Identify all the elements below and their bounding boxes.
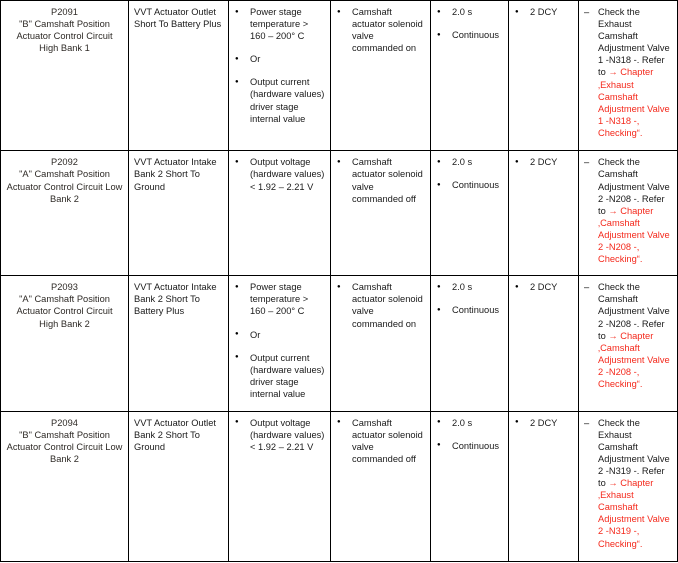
cell-healing-cycles: 2 DCY	[508, 410, 579, 563]
chapter-arrow-icon: →	[608, 205, 621, 216]
cell-detection-time: 2.0 s Continuous	[430, 0, 509, 152]
healing-list: 2 DCY	[514, 156, 573, 169]
cell-healing-cycles: 2 DCY	[508, 275, 579, 412]
list-item: Or	[234, 328, 325, 341]
list-item: Output voltage (hardware values) < 1.92 …	[234, 416, 325, 453]
conditions-list: Power stage temperature > 160 – 200° C O…	[234, 5, 325, 125]
list-item: Camshaft actuator solenoid valve command…	[336, 156, 425, 204]
list-item: Continuous	[436, 304, 503, 317]
cell-detection-conditions: Output voltage (hardware values) < 1.92 …	[228, 150, 331, 277]
list-item: 2.0 s	[436, 416, 503, 429]
requirements-list: Camshaft actuator solenoid valve command…	[336, 156, 425, 204]
list-item: Output current (hardware values) driver …	[234, 351, 325, 400]
fault-code-id: P2093	[51, 282, 78, 293]
timing-list: 2.0 s Continuous	[436, 416, 503, 452]
list-item: Output voltage (hardware values) < 1.92 …	[234, 156, 325, 192]
table-row: P2094 "B" Camshaft Position Actuator Con…	[0, 410, 678, 563]
fault-code-id: P2091	[51, 7, 78, 17]
conditions-list: Output voltage (hardware values) < 1.92 …	[234, 156, 325, 192]
list-item: 2 DCY	[514, 416, 573, 429]
fault-code-description: "B" Camshaft Position Actuator Control C…	[6, 429, 123, 464]
cell-detection-conditions: Output voltage (hardware values) < 1.92 …	[228, 410, 331, 563]
cell-detection-time: 2.0 s Continuous	[430, 150, 509, 277]
cell-corrective-action: Check the Exhaust Camshaft Adjustment Va…	[578, 410, 678, 563]
list-item: Check the Camshaft Adjustment Valve 2 -N…	[584, 156, 672, 265]
list-item: Power stage temperature > 160 – 200° C	[234, 5, 325, 42]
timing-list: 2.0 s Continuous	[436, 156, 503, 192]
list-item: 2.0 s	[436, 156, 503, 169]
healing-list: 2 DCY	[514, 416, 573, 429]
conditions-list: Power stage temperature > 160 – 200° C O…	[234, 281, 325, 400]
list-item: Continuous	[436, 29, 503, 42]
cell-corrective-action: Check the Camshaft Adjustment Valve 2 -N…	[578, 150, 678, 277]
chapter-arrow-icon: →	[608, 330, 621, 341]
chapter-link[interactable]: Chapter ‚Exhaust Camshaft Adjustment Val…	[598, 67, 670, 137]
cell-test-requirements: Camshaft actuator solenoid valve command…	[330, 275, 431, 412]
cell-corrective-action: Check the Camshaft Adjustment Valve 2 -N…	[578, 275, 678, 412]
list-item: Camshaft actuator solenoid valve command…	[336, 281, 425, 329]
table-row: P2092 "A" Camshaft Position Actuator Con…	[0, 150, 678, 277]
cell-fault-description: VVT Actuator Outlet Short To Battery Plu…	[128, 0, 229, 152]
fault-code-id: P2092	[51, 157, 78, 168]
cell-test-requirements: Camshaft actuator solenoid valve command…	[330, 410, 431, 563]
requirements-list: Camshaft actuator solenoid valve command…	[336, 416, 425, 465]
list-item: 2.0 s	[436, 5, 503, 18]
list-item: 2 DCY	[514, 5, 573, 18]
cell-test-requirements: Camshaft actuator solenoid valve command…	[330, 150, 431, 277]
list-item: Check the Exhaust Camshaft Adjustment Va…	[584, 417, 672, 550]
list-item: 2.0 s	[436, 281, 503, 294]
action-list: Check the Exhaust Camshaft Adjustment Va…	[584, 417, 672, 550]
action-list: Check the Exhaust Camshaft Adjustment Va…	[584, 6, 672, 139]
fault-code-description: "A" Camshaft Position Actuator Control C…	[16, 294, 113, 329]
dtc-table: P2091 "B" Camshaft Position Actuator Con…	[0, 0, 678, 563]
list-item: Continuous	[436, 439, 503, 452]
list-item: Check the Camshaft Adjustment Valve 2 -N…	[584, 281, 672, 390]
healing-list: 2 DCY	[514, 281, 573, 294]
cell-healing-cycles: 2 DCY	[508, 150, 579, 277]
cell-detection-time: 2.0 s Continuous	[430, 410, 509, 563]
chapter-arrow-icon: →	[608, 67, 621, 78]
cell-fault-description: VVT Actuator Outlet Bank 2 Short To Grou…	[128, 410, 229, 563]
action-list: Check the Camshaft Adjustment Valve 2 -N…	[584, 281, 672, 390]
requirements-list: Camshaft actuator solenoid valve command…	[336, 5, 425, 54]
cell-corrective-action: Check the Exhaust Camshaft Adjustment Va…	[578, 0, 678, 152]
cell-detection-conditions: Power stage temperature > 160 – 200° C O…	[228, 275, 331, 412]
cell-fault-code: P2091 "B" Camshaft Position Actuator Con…	[0, 0, 129, 152]
list-item: 2 DCY	[514, 156, 573, 169]
cell-healing-cycles: 2 DCY	[508, 0, 579, 152]
cell-fault-description: VVT Actuator Intake Bank 2 Short To Grou…	[128, 150, 229, 277]
list-item: Output current (hardware values) driver …	[234, 76, 325, 124]
list-item: Camshaft actuator solenoid valve command…	[336, 5, 425, 54]
chapter-link[interactable]: Chapter ‚Exhaust Camshaft Adjustment Val…	[598, 478, 670, 548]
fault-code-description: "B" Camshaft Position Actuator Control C…	[16, 19, 113, 54]
fault-code-id: P2094	[51, 417, 78, 428]
list-item: Or	[234, 53, 325, 66]
list-item: Continuous	[436, 179, 503, 192]
cell-fault-code: P2094 "B" Camshaft Position Actuator Con…	[0, 410, 129, 563]
list-item: 2 DCY	[514, 281, 573, 294]
cell-fault-code: P2092 "A" Camshaft Position Actuator Con…	[0, 150, 129, 277]
healing-list: 2 DCY	[514, 5, 573, 18]
chapter-arrow-icon: →	[608, 478, 621, 489]
table-row: P2093 "A" Camshaft Position Actuator Con…	[0, 275, 678, 412]
cell-detection-conditions: Power stage temperature > 160 – 200° C O…	[228, 0, 331, 152]
cell-test-requirements: Camshaft actuator solenoid valve command…	[330, 0, 431, 152]
dtc-table-body: P2091 "B" Camshaft Position Actuator Con…	[0, 0, 678, 563]
list-item: Power stage temperature > 160 – 200° C	[234, 281, 325, 317]
conditions-list: Output voltage (hardware values) < 1.92 …	[234, 416, 325, 453]
cell-detection-time: 2.0 s Continuous	[430, 275, 509, 412]
requirements-list: Camshaft actuator solenoid valve command…	[336, 281, 425, 329]
action-list: Check the Camshaft Adjustment Valve 2 -N…	[584, 156, 672, 265]
timing-list: 2.0 s Continuous	[436, 5, 503, 42]
timing-list: 2.0 s Continuous	[436, 281, 503, 317]
list-item: Camshaft actuator solenoid valve command…	[336, 416, 425, 465]
table-row: P2091 "B" Camshaft Position Actuator Con…	[0, 0, 678, 152]
cell-fault-description: VVT Actuator Intake Bank 2 Short To Batt…	[128, 275, 229, 412]
fault-code-description: "A" Camshaft Position Actuator Control C…	[6, 169, 123, 204]
cell-fault-code: P2093 "A" Camshaft Position Actuator Con…	[0, 275, 129, 412]
list-item: Check the Exhaust Camshaft Adjustment Va…	[584, 6, 672, 139]
